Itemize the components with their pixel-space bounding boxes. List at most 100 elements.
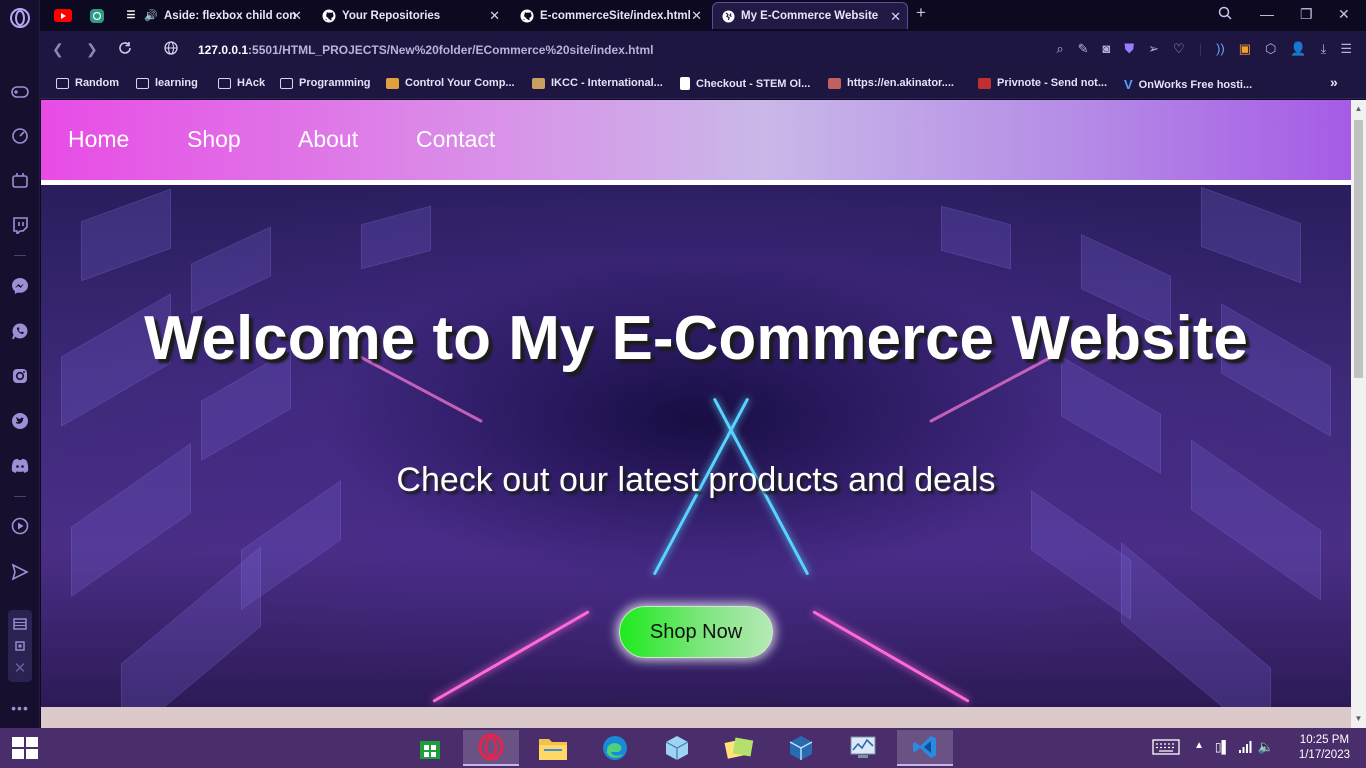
player-icon[interactable] [8,514,32,538]
close-window-icon[interactable]: ✕ [1338,6,1350,23]
github-icon [322,9,336,23]
discord-icon[interactable] [8,454,32,478]
url-field[interactable]: 127.0.0.1:5501/HTML_PROJECTS/New%20folde… [198,43,654,57]
bookmark-item[interactable]: V OnWorks Free hosti... [1124,77,1252,92]
tab-title: E-commerceSite/index.html [540,9,691,22]
profile-icon[interactable]: 👤 [1290,41,1306,57]
page-scrollbar[interactable]: ▲ ▼ [1351,100,1366,728]
bookmark-label: OnWorks Free hosti... [1138,78,1253,91]
show-hidden-icons-icon[interactable]: ▲ [1194,740,1204,751]
file-explorer-icon[interactable] [525,730,581,766]
tab-my-ecommerce-website[interactable]: My E-Commerce Website ✕ [712,2,908,29]
nav-about-link[interactable]: About [298,126,358,153]
folder-icon [56,77,69,89]
volume-icon[interactable]: 🔈 [1258,739,1274,755]
bookmark-item[interactable]: IKCC - International... [532,77,663,89]
clock-date: 1/17/2023 [1298,749,1350,761]
more-bookmarks-button[interactable]: » [1330,74,1338,90]
page-icon [680,77,690,90]
toolbar-icons: ⌕ ✎ ◙ ⛊ ➢ ♡ | )) ▣ ⬡ 👤 ⤓ ☰ [1056,41,1352,57]
windows-start-icon[interactable] [12,737,38,759]
instagram-icon[interactable] [8,364,32,388]
heart-icon[interactable]: ♡ [1173,41,1185,57]
camera-icon[interactable]: ◙ [1103,41,1111,57]
twitch-icon[interactable] [8,213,32,237]
zoom-icon[interactable]: ⌕ [1056,41,1063,57]
close-tab-icon[interactable]: ✕ [890,9,901,25]
gamepad-icon[interactable] [8,80,32,104]
minimize-window-icon[interactable]: — [1260,6,1274,22]
tab-youtube[interactable] [46,2,76,29]
site-info-icon[interactable] [164,41,178,58]
ram-limiter-icon[interactable] [8,612,32,636]
forward-icon[interactable]: ❯ [86,41,98,58]
tab-strip: ☰ 🔊 Aside: flexbox child con ✕ Your Repo… [40,0,1366,31]
edit-icon[interactable]: ✎ [1078,41,1089,57]
performance-monitor-icon[interactable] [835,730,891,766]
menu-icon[interactable]: ☰ [1340,41,1352,57]
wallet-icon[interactable]: ▣ [1239,41,1251,57]
network-icon[interactable] [1238,740,1252,758]
bookmark-item[interactable]: Checkout - STEM Ol... [680,77,810,90]
back-icon[interactable]: ❮ [52,41,64,58]
bookmark-folder[interactable]: learning [136,77,198,89]
cpu-limiter-icon[interactable] [8,634,32,658]
tab-your-repositories[interactable]: Your Repositories ✕ [314,2,506,29]
microsoft-store-icon[interactable] [402,730,458,766]
touch-keyboard-icon[interactable] [1152,739,1180,760]
onworks-icon: V [1124,77,1133,92]
download-icon[interactable]: ⤓ [1321,41,1327,57]
tab-aside-flexbox[interactable]: ☰ 🔊 Aside: flexbox child con ✕ [116,2,308,29]
nav-home-link[interactable]: Home [68,126,129,153]
shop-now-button[interactable]: Shop Now [619,606,773,658]
speed-dial-icon[interactable] [8,124,32,148]
messenger-icon[interactable] [8,274,32,298]
music-player-icon[interactable]: )) [1216,41,1225,57]
restore-window-icon[interactable]: ❐ [1300,6,1313,23]
send-icon[interactable] [8,560,32,584]
scroll-thumb[interactable] [1354,120,1363,378]
virtualbox-icon[interactable] [773,730,829,766]
bookmark-folder[interactable]: Random [56,77,119,89]
more-options-icon[interactable]: ••• [8,696,32,720]
divider: | [1198,41,1203,56]
tab-ecommercesite-index[interactable]: E-commerceSite/index.html ✕ [512,2,708,29]
bookmark-folder[interactable]: Programming [280,77,371,89]
scroll-up-icon[interactable]: ▲ [1354,104,1363,113]
nav-shop-link[interactable]: Shop [187,126,241,153]
bookmark-folder[interactable]: HAck [218,77,265,89]
extensions-cube-icon[interactable]: ⬡ [1265,41,1276,57]
tab-chatgpt[interactable] [82,2,112,29]
taskbar-clock[interactable]: 10:25 PM 1/17/2023 [1299,733,1350,763]
folder-icon [136,77,149,89]
whatsapp-icon[interactable] [8,319,32,343]
bookmark-item[interactable]: Control Your Comp... [386,77,515,89]
search-tabs-icon[interactable] [1218,6,1232,23]
network-limiter-icon[interactable]: ✕ [8,656,32,680]
vpn-shield-icon[interactable]: ⛊ [1124,41,1134,57]
page-bottom-section [41,707,1351,728]
twitter-icon[interactable] [8,409,32,433]
sticky-notes-icon[interactable] [711,730,767,766]
send-tab-icon[interactable]: ➢ [1148,41,1159,57]
scroll-down-icon[interactable]: ▼ [1354,714,1363,723]
close-tab-icon[interactable]: ✕ [691,8,702,24]
opera-gx-taskbar-icon[interactable] [463,730,519,766]
vscode-icon[interactable] [897,730,953,766]
site-favicon-icon [532,77,545,89]
new-tab-icon[interactable]: + [916,3,926,23]
audio-playing-icon[interactable]: 🔊 [144,9,158,23]
bookmark-item[interactable]: Privnote - Send not... [978,77,1107,89]
nav-contact-link[interactable]: Contact [416,126,495,153]
close-tab-icon[interactable]: ✕ [489,8,500,24]
battery-icon[interactable]: ▯▌ [1215,740,1230,754]
close-tab-icon[interactable]: ✕ [291,8,302,24]
gx-control-icon[interactable] [8,168,32,192]
bookmark-label: learning [155,77,198,89]
3d-viewer-icon[interactable] [649,730,705,766]
reload-icon[interactable] [118,41,132,58]
bookmark-item[interactable]: https://en.akinator.... [828,77,954,89]
privnote-icon [978,77,991,89]
opera-logo-icon[interactable] [8,6,32,30]
microsoft-edge-icon[interactable] [587,730,643,766]
